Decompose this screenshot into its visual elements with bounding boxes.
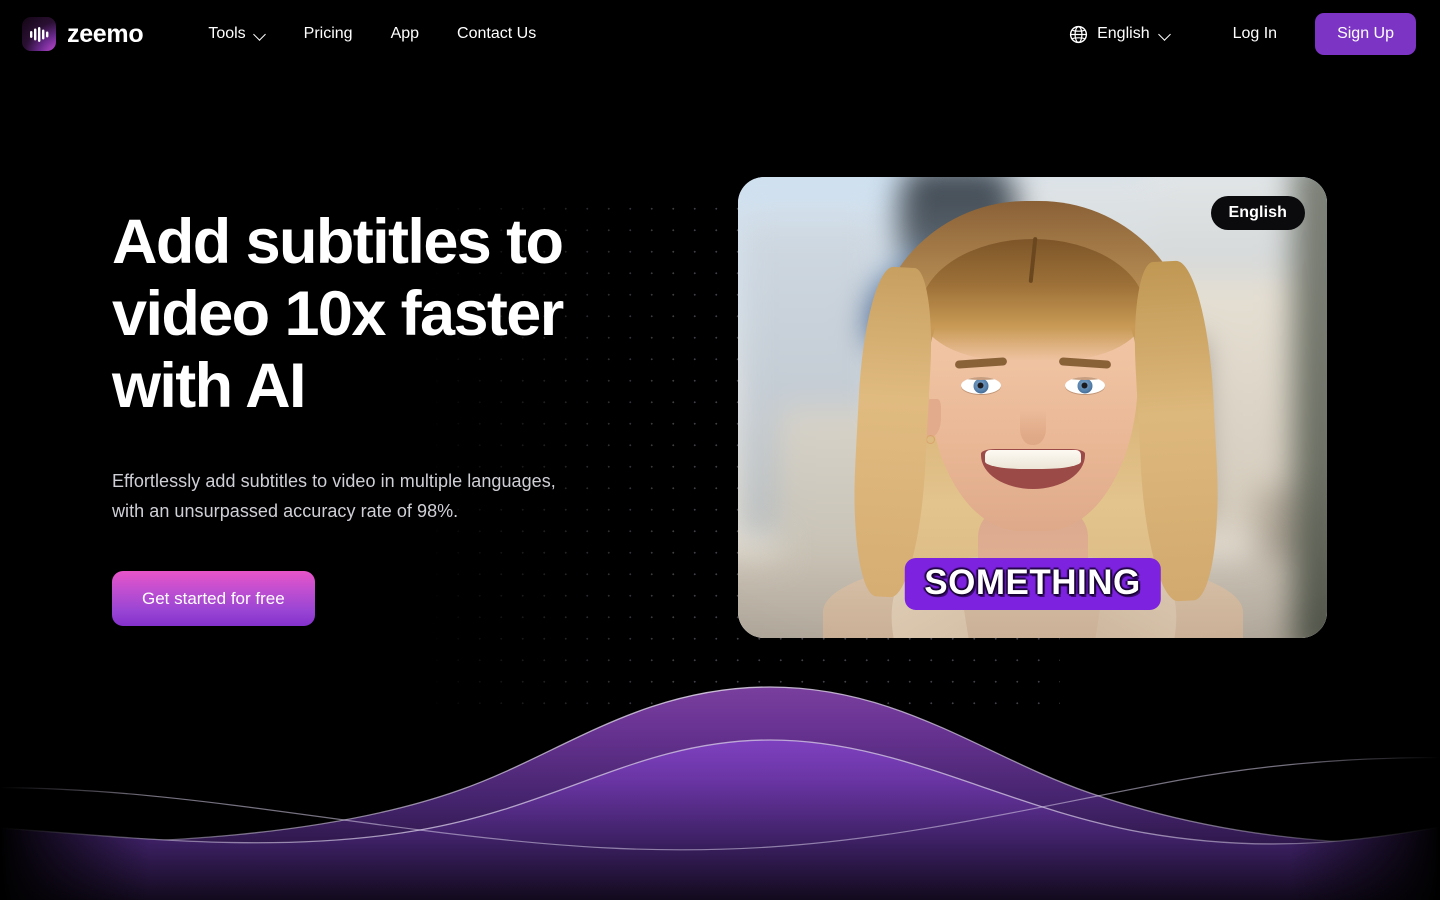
language-selector[interactable]: English (1055, 17, 1184, 52)
page-title: Add subtitles to video 10x faster with A… (112, 207, 564, 421)
chevron-down-icon (254, 28, 266, 40)
nav-item-tools[interactable]: Tools (189, 17, 284, 51)
primary-navigation: Tools Pricing App Contact Us (189, 17, 555, 51)
wave-back-stroke (0, 686, 1440, 847)
signup-button[interactable]: Sign Up (1315, 13, 1416, 55)
wave-back-fill (0, 687, 1440, 900)
nav-item-pricing[interactable]: Pricing (285, 17, 372, 51)
decorative-waves (0, 660, 1440, 900)
globe-icon (1070, 25, 1088, 43)
video-subtitle-chip: SOMETHING (904, 557, 1161, 610)
brand-name: zeemo (67, 19, 144, 48)
login-link[interactable]: Log In (1211, 17, 1299, 51)
language-value: English (1097, 25, 1150, 42)
wave-left-fade (0, 660, 150, 900)
nav-item-app[interactable]: App (372, 17, 438, 51)
wave-right-fade (1290, 660, 1440, 900)
nav-item-label: App (390, 25, 420, 42)
chevron-down-icon (1159, 28, 1171, 40)
landing-page: zeemo Tools Pricing App Contact Us Engli… (0, 0, 1440, 900)
site-header: zeemo Tools Pricing App Contact Us Engli… (0, 0, 1440, 68)
wave-accent-line (0, 756, 1440, 851)
nav-item-contact-us[interactable]: Contact Us (438, 17, 555, 51)
brand-logo[interactable]: zeemo (22, 17, 144, 51)
hero-copy: Add subtitles to video 10x faster with A… (112, 206, 672, 626)
nav-item-label: Tools (208, 25, 246, 42)
header-actions: English Log In Sign Up (1055, 13, 1416, 55)
nav-item-label: Contact Us (457, 25, 537, 42)
wave-front-stroke (0, 739, 1440, 845)
wave-front-fill (0, 740, 1440, 900)
video-language-badge[interactable]: English (1210, 196, 1305, 230)
video-subtitle-text: SOMETHING (924, 562, 1141, 602)
hero-subtitle: Effortlessly add subtitles to video in m… (112, 471, 556, 521)
get-started-button[interactable]: Get started for free (112, 571, 315, 626)
waveform-icon (22, 17, 56, 51)
video-preview-card[interactable]: English SOMETHING (738, 177, 1327, 638)
nav-item-label: Pricing (303, 25, 353, 42)
